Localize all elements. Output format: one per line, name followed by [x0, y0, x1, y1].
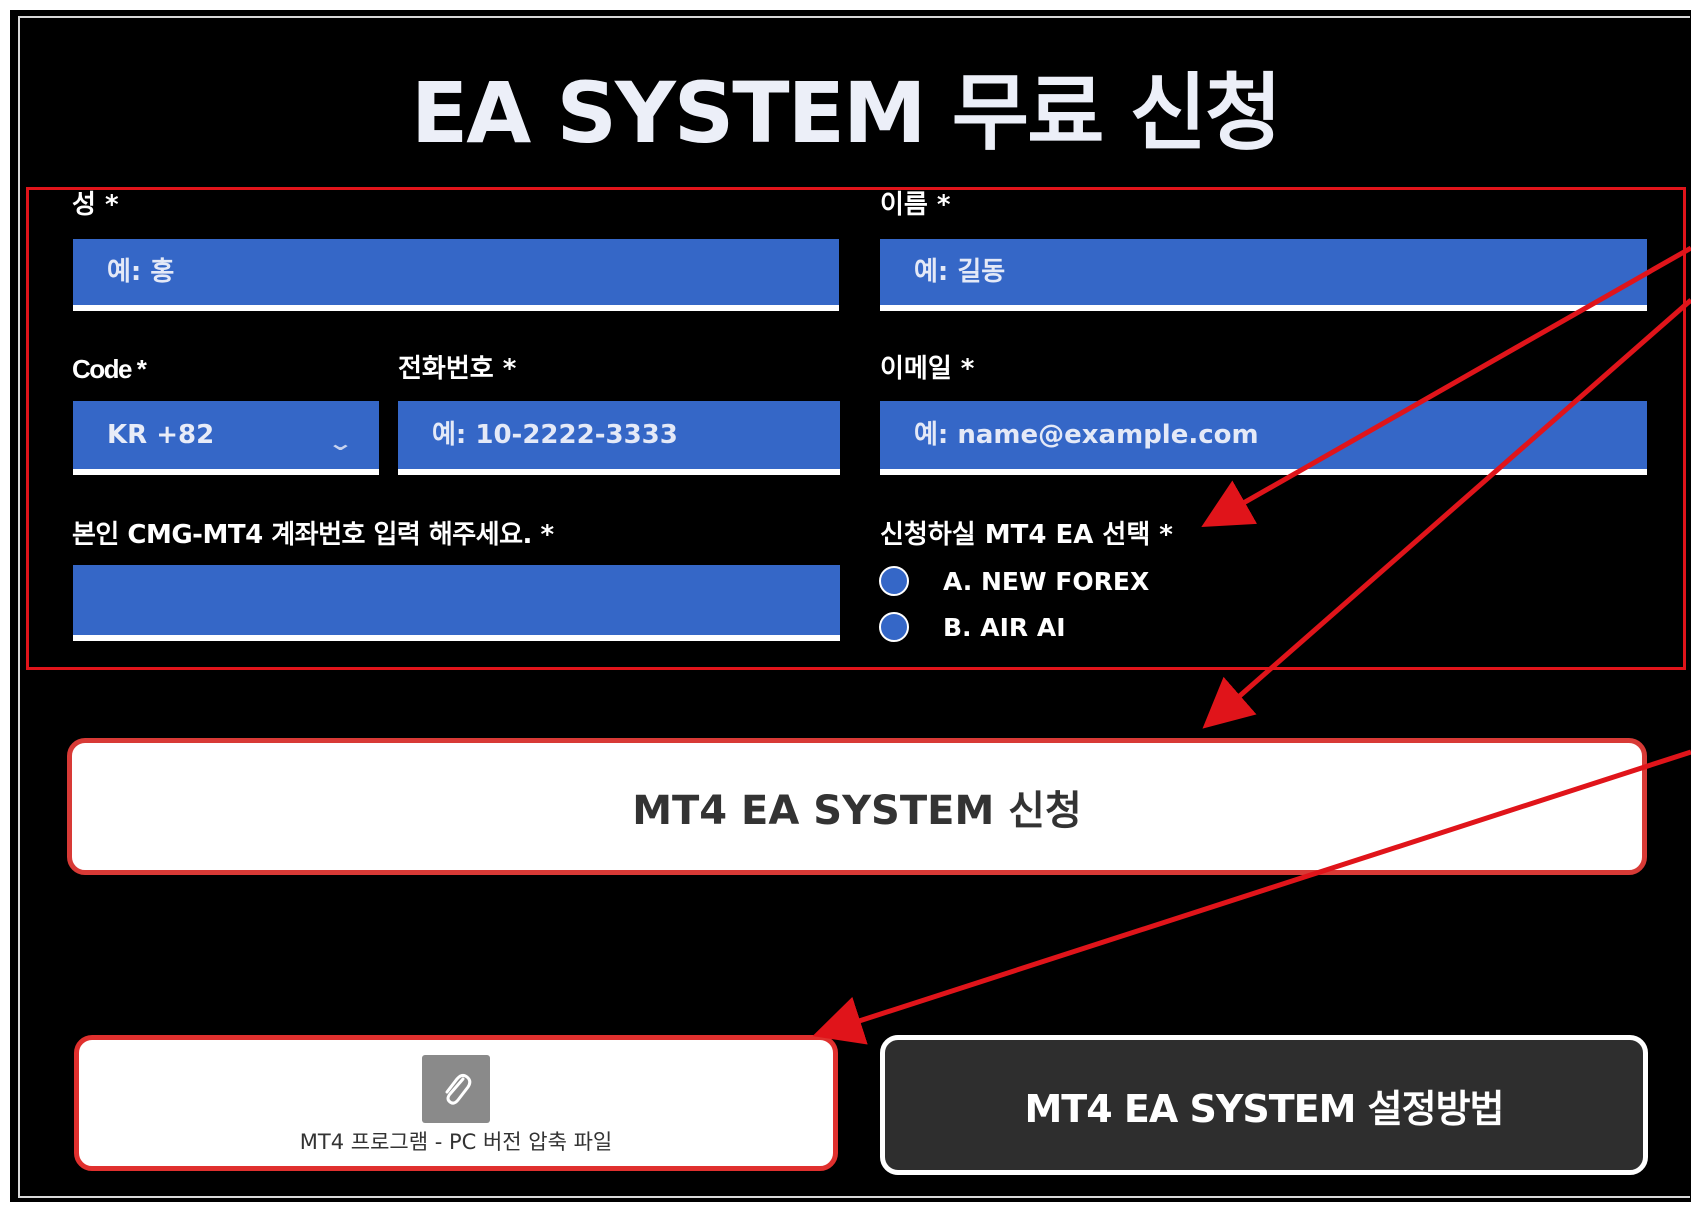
radio-label: B. AIR AI: [943, 612, 1066, 642]
last-name-label: 성 *: [72, 190, 119, 220]
first-name-input[interactable]: [914, 257, 1647, 287]
account-number-field[interactable]: [73, 565, 840, 641]
phone-field[interactable]: [398, 401, 840, 475]
page-title: EA SYSTEM 무료 신청: [410, 64, 1282, 162]
phone-label: 전화번호 *: [398, 354, 517, 384]
phone-input[interactable]: [432, 420, 840, 450]
account-number-input[interactable]: [107, 585, 840, 615]
radio-label: A. NEW FOREX: [943, 566, 1150, 596]
submit-button[interactable]: MT4 EA SYSTEM 신청: [67, 738, 1647, 875]
code-label: Code *: [72, 354, 147, 384]
radio-button[interactable]: [879, 566, 909, 596]
email-label: 이메일 *: [880, 354, 975, 384]
paperclip-icon: [422, 1055, 490, 1123]
file-download-button[interactable]: MT4 프로그램 - PC 버전 압축 파일: [74, 1035, 838, 1171]
ea-choice-label: 신청하실 MT4 EA 선택 *: [880, 520, 1173, 550]
country-code-value: KR +82: [107, 420, 215, 450]
last-name-input[interactable]: [107, 257, 839, 287]
first-name-label: 이름 *: [880, 190, 951, 220]
file-caption: MT4 프로그램 - PC 버전 압축 파일: [299, 1130, 613, 1154]
first-name-field[interactable]: [880, 239, 1647, 311]
country-code-select[interactable]: KR +82 ⌄: [73, 401, 379, 475]
radio-option-new-forex[interactable]: A. NEW FOREX: [879, 566, 1149, 596]
email-input[interactable]: [914, 420, 1647, 450]
email-field[interactable]: [880, 401, 1647, 475]
chevron-down-icon: ⌄: [327, 431, 355, 455]
radio-button[interactable]: [879, 612, 909, 642]
account-label: 본인 CMG-MT4 계좌번호 입력 해주세요. *: [72, 520, 554, 550]
radio-option-air-ai[interactable]: B. AIR AI: [879, 612, 1066, 642]
last-name-field[interactable]: [73, 239, 839, 311]
setup-guide-button[interactable]: MT4 EA SYSTEM 설정방법: [880, 1035, 1648, 1175]
